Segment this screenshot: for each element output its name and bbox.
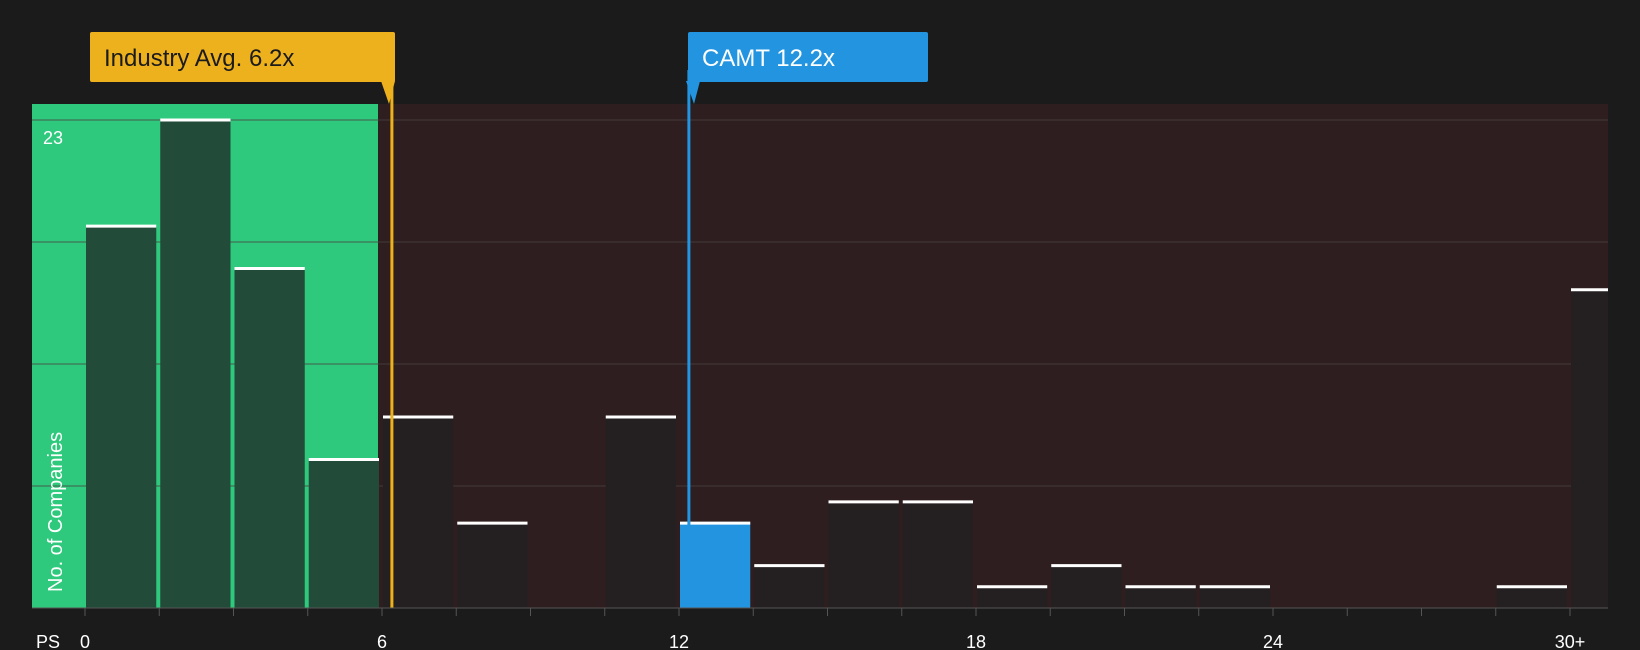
histogram-bar <box>1571 289 1608 608</box>
histogram-bar <box>457 523 528 608</box>
histogram-bar <box>308 459 379 608</box>
company-callout-label: CAMT 12.2x <box>702 45 835 72</box>
histogram-bar <box>1496 586 1567 608</box>
histogram-bar <box>680 523 751 608</box>
y-axis-title: No. of Companies <box>45 432 67 592</box>
histogram-bar <box>160 120 231 608</box>
histogram-bar <box>902 501 973 608</box>
y-max-label: 23 <box>43 128 63 148</box>
histogram-bar <box>234 268 305 608</box>
x-tick-label: 0 <box>80 632 90 650</box>
histogram-bar <box>977 586 1048 608</box>
histogram-bar <box>1125 586 1196 608</box>
histogram-bar <box>86 226 157 608</box>
x-tick-label: 30+ <box>1555 632 1586 650</box>
ps-distribution-chart: Industry Avg. 6.2x CAMT 12.2x 0 6 12 18 24 30+… <box>0 0 1640 650</box>
x-tick-label: 24 <box>1263 632 1283 650</box>
histogram-bar <box>754 565 825 608</box>
over-valued-zone <box>378 104 1608 608</box>
histogram-bar <box>1051 565 1122 608</box>
x-tick-label: 18 <box>966 632 986 650</box>
x-tick-label: 12 <box>669 632 689 650</box>
x-tick-label: 6 <box>377 632 387 650</box>
histogram-bar <box>1199 586 1270 608</box>
histogram-bar <box>828 501 899 608</box>
histogram-bar <box>383 417 454 608</box>
histogram-bar <box>605 417 676 608</box>
x-axis-metric-label: PS <box>36 632 60 650</box>
industry-avg-callout-label: Industry Avg. 6.2x <box>104 45 294 72</box>
